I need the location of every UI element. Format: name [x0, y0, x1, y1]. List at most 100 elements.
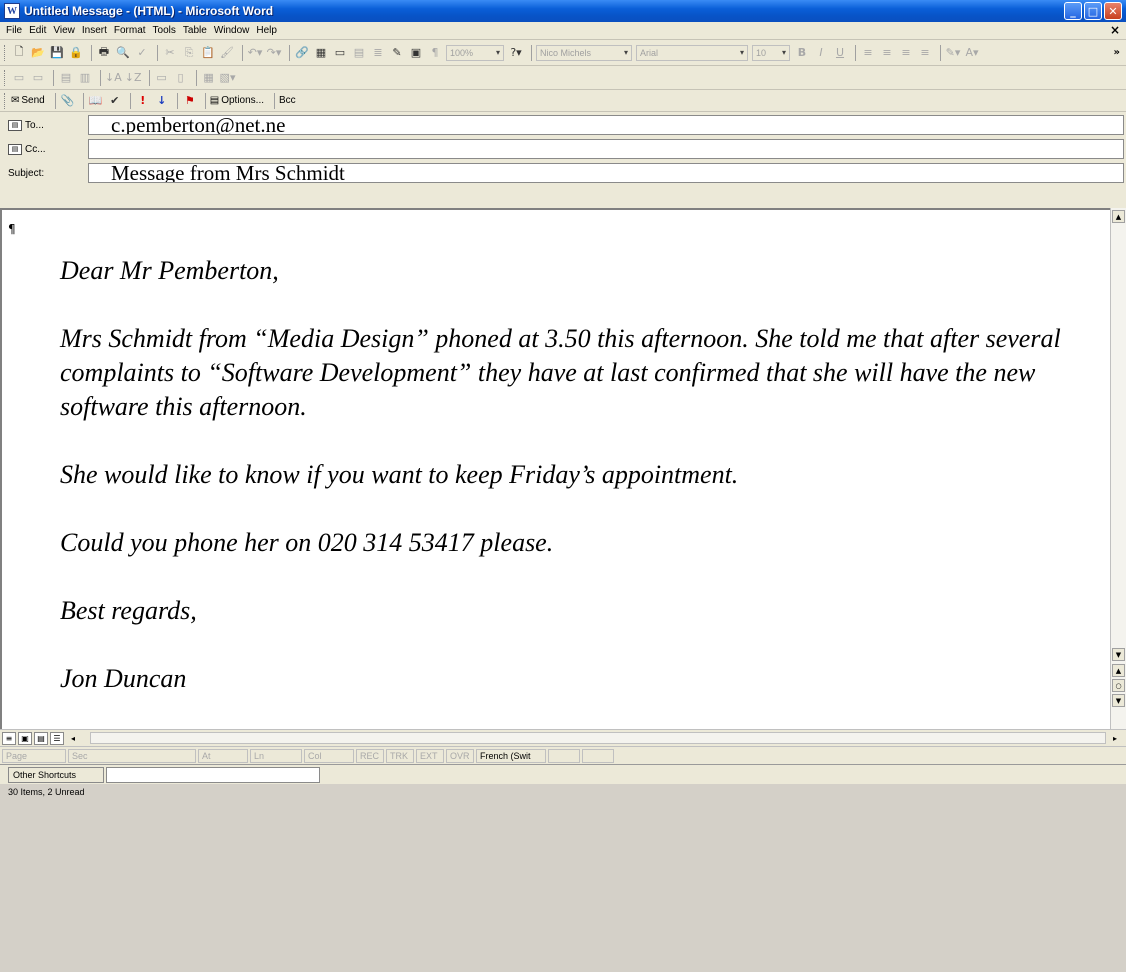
style-select[interactable]: Nico Michels ▾ — [536, 44, 632, 61]
shading-icon[interactable]: ▧▾ — [220, 70, 236, 86]
undo-icon[interactable]: ↶▾ — [247, 45, 263, 61]
cut-icon[interactable]: ✂ — [162, 45, 178, 61]
email-toolbar: ✉ Send 📎 📖 ✔ ! ↓ ⚑ ▤ Options... Bcc — [0, 90, 1126, 112]
hyperlink-icon[interactable]: 🔗 — [294, 45, 310, 61]
copy-icon[interactable]: ⎘ — [181, 45, 197, 61]
document-map-icon[interactable]: ▣ — [408, 45, 424, 61]
to-button[interactable]: ▤ To... — [0, 119, 88, 131]
toolbar-grip[interactable] — [4, 44, 7, 61]
spelling-icon[interactable]: ✓ — [134, 45, 150, 61]
subject-field[interactable]: Message from Mrs Schmidt — [88, 163, 1124, 183]
status-ovr[interactable]: OVR — [446, 748, 474, 763]
zoom-select[interactable]: 100% ▾ — [446, 44, 504, 61]
font-color-icon[interactable]: A▾ — [964, 45, 980, 61]
status-rec[interactable]: REC — [356, 748, 384, 763]
insert-rows-icon[interactable]: ▤ — [58, 70, 74, 86]
select-browse-object-icon[interactable]: ○ — [1112, 679, 1125, 692]
permission-icon[interactable]: 🔒 — [68, 45, 84, 61]
form-field-icon[interactable]: ▭ — [11, 70, 27, 86]
bold-icon[interactable]: B — [794, 45, 810, 61]
menu-format[interactable]: Format — [114, 25, 146, 36]
toolbar-grip-2[interactable] — [4, 69, 7, 86]
menu-help[interactable]: Help — [256, 25, 277, 36]
font-select[interactable]: Arial ▾ — [636, 44, 748, 61]
sort-ascending-icon[interactable]: ↓A — [105, 70, 122, 86]
address-book-icon[interactable]: 📖 — [88, 93, 104, 109]
close-button[interactable]: ✕ — [1104, 2, 1122, 20]
sort-descending-icon[interactable]: ↓Z — [125, 70, 142, 86]
flag-icon[interactable]: ⚑ — [182, 93, 198, 109]
outline-view-icon[interactable]: ☰ — [50, 731, 64, 745]
scroll-down-icon[interactable]: ▼ — [1112, 648, 1125, 661]
toolbar-grip-3[interactable] — [4, 92, 7, 109]
cc-field[interactable] — [88, 139, 1124, 159]
split-cells-icon[interactable]: ▯ — [173, 70, 189, 86]
new-icon[interactable]: 🗋 — [11, 45, 27, 61]
cc-button[interactable]: ▤ Cc... — [0, 143, 88, 155]
minimize-button[interactable]: _ — [1064, 2, 1082, 20]
scroll-up-icon[interactable]: ▲ — [1112, 210, 1125, 223]
insert-excel-icon[interactable]: ▤ — [351, 45, 367, 61]
insert-columns-icon[interactable]: ▥ — [77, 70, 93, 86]
drawing-icon[interactable]: ✎ — [389, 45, 405, 61]
menu-edit[interactable]: Edit — [29, 25, 46, 36]
other-shortcuts-button[interactable]: Other Shortcuts — [8, 767, 104, 783]
message-body[interactable]: ¶ Dear Mr Pemberton, Mrs Schmidt from “M… — [0, 208, 1110, 729]
body-text[interactable]: Dear Mr Pemberton, Mrs Schmidt from “Med… — [60, 254, 1100, 696]
horizontal-scrollbar[interactable] — [90, 732, 1106, 744]
next-page-icon[interactable]: ▼ — [1112, 694, 1125, 707]
low-importance-icon[interactable]: ↓ — [154, 93, 170, 109]
form-field-2-icon[interactable]: ▭ — [30, 70, 46, 86]
show-hide-icon[interactable]: ¶ — [427, 45, 443, 61]
menu-insert[interactable]: Insert — [82, 25, 107, 36]
status-trk[interactable]: TRK — [386, 748, 414, 763]
save-icon[interactable]: 💾 — [49, 45, 65, 61]
paste-icon[interactable]: 📋 — [200, 45, 216, 61]
table-autoformat-icon[interactable]: ▦ — [201, 70, 217, 86]
previous-page-icon[interactable]: ▲ — [1112, 664, 1125, 677]
print-preview-icon[interactable]: 🔍 — [115, 45, 131, 61]
tables-borders-icon[interactable]: ▦ — [313, 45, 329, 61]
maximize-button[interactable]: □ — [1084, 2, 1102, 20]
menu-window[interactable]: Window — [214, 25, 250, 36]
highlight-icon[interactable]: ✎▾ — [945, 45, 961, 61]
align-center-icon[interactable]: ≡ — [879, 45, 895, 61]
align-left-icon[interactable]: ≡ — [860, 45, 876, 61]
scroll-right-icon[interactable]: ▸ — [1108, 732, 1122, 745]
check-names-icon[interactable]: ✔ — [107, 93, 123, 109]
toolbar-options-icon[interactable]: » — [1114, 47, 1120, 58]
merge-cells-icon[interactable]: ▭ — [154, 70, 170, 86]
close-document-icon[interactable]: × — [1110, 23, 1120, 37]
help-icon[interactable]: ?▾ — [508, 45, 524, 61]
status-ext[interactable]: EXT — [416, 748, 444, 763]
font-size-select[interactable]: 10 ▾ — [752, 44, 790, 61]
scroll-left-icon[interactable]: ◂ — [66, 732, 80, 745]
print-layout-icon[interactable]: ▤ — [34, 731, 48, 745]
send-button[interactable]: ✉ Send — [11, 95, 45, 106]
menu-view[interactable]: View — [53, 25, 75, 36]
vertical-scrollbar[interactable]: ▲ ▼ ▲ ○ ▼ — [1110, 208, 1126, 729]
menu-file[interactable]: File — [6, 25, 22, 36]
redo-icon[interactable]: ↷▾ — [266, 45, 282, 61]
attach-icon[interactable]: 📎 — [60, 93, 76, 109]
open-icon[interactable]: 📂 — [30, 45, 46, 61]
status-spelling — [548, 748, 580, 763]
high-importance-icon[interactable]: ! — [135, 93, 151, 109]
body-paragraph: Could you phone her on 020 314 53417 ple… — [60, 528, 554, 557]
justify-icon[interactable]: ≡ — [917, 45, 933, 61]
bcc-button[interactable]: Bcc — [279, 95, 296, 106]
underline-icon[interactable]: U — [832, 45, 848, 61]
insert-table-icon[interactable]: ▭ — [332, 45, 348, 61]
print-icon[interactable]: 🖶 — [96, 45, 112, 61]
normal-view-icon[interactable]: ≡ — [2, 731, 16, 745]
format-painter-icon[interactable]: 🖌 — [219, 45, 235, 61]
align-right-icon[interactable]: ≡ — [898, 45, 914, 61]
menu-tools[interactable]: Tools — [153, 25, 176, 36]
status-sec: Sec — [68, 748, 196, 763]
to-field[interactable]: c.pemberton@net.ne — [88, 115, 1124, 135]
columns-icon[interactable]: ≣ — [370, 45, 386, 61]
italic-icon[interactable]: I — [813, 45, 829, 61]
menu-table[interactable]: Table — [183, 25, 207, 36]
web-layout-icon[interactable]: ▣ — [18, 731, 32, 745]
options-button[interactable]: ▤ Options... — [210, 95, 264, 106]
